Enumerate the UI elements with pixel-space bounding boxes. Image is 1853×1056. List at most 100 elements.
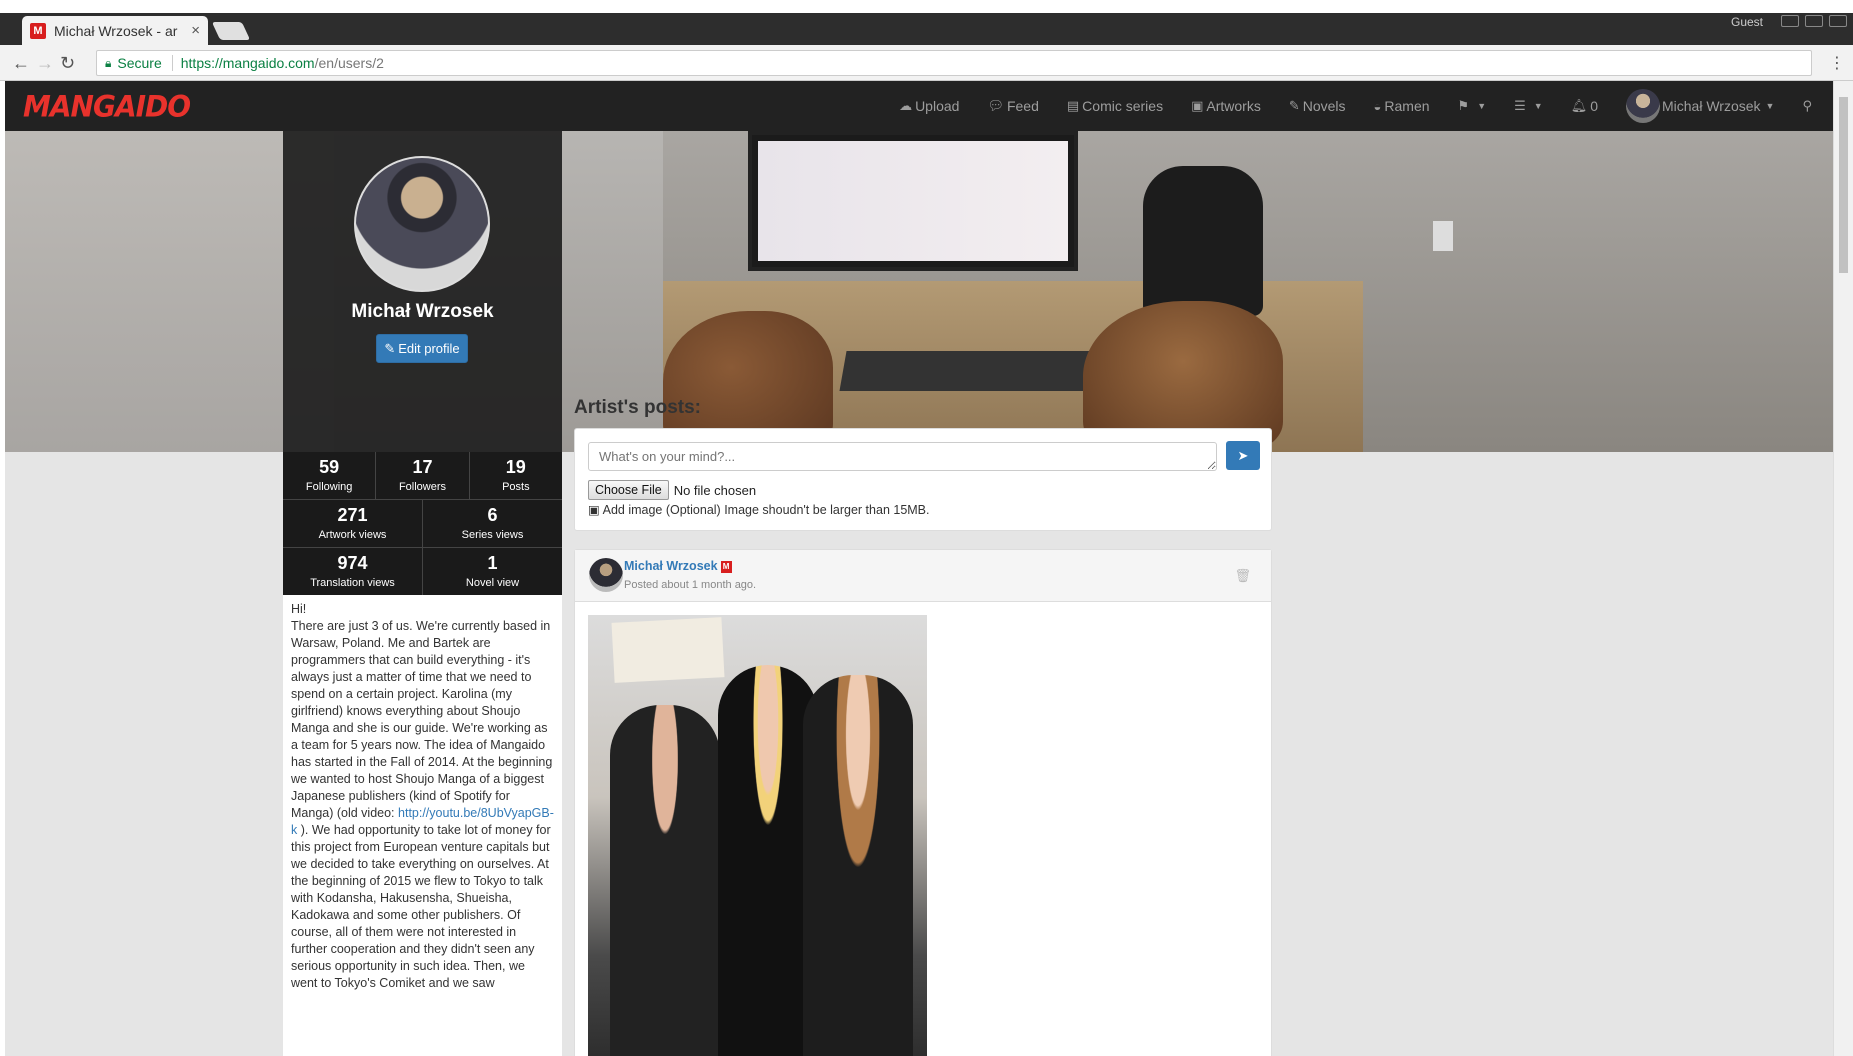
upload-icon: ☁ xyxy=(899,98,913,113)
page-scrollbar[interactable] xyxy=(1833,81,1853,1056)
post-author-name: Michał Wrzosek xyxy=(624,559,718,573)
add-image-label: Add image (Optional) Image shoudn't be l… xyxy=(602,503,930,517)
compose-post-box: ➤ Choose File No file chosen ▣ Add image… xyxy=(574,428,1272,531)
monitor-shape xyxy=(748,131,1078,271)
browser-tab[interactable]: M Michał Wrzosek - ar × xyxy=(22,16,208,45)
guest-label[interactable]: Guest xyxy=(1731,15,1763,29)
nav-novels[interactable]: ✎ Novels xyxy=(1289,98,1346,114)
bio-text: There are just 3 of us. We're currently … xyxy=(291,618,554,992)
bio-greeting: Hi! xyxy=(291,602,307,616)
url-host: https://mangaido.com xyxy=(180,55,315,71)
stat-label: Following xyxy=(305,480,353,493)
profile-name: Michał Wrzosek xyxy=(351,301,494,322)
user-menu-dropdown[interactable]: Michał Wrzosek ▼ xyxy=(1626,89,1774,123)
nav-novels-label: Novels xyxy=(1302,98,1346,114)
language-dropdown[interactable]: ⚑ ▼ xyxy=(1458,98,1487,114)
trash-icon[interactable]: 🗑︎ xyxy=(1234,568,1251,584)
nav-upload[interactable]: ☁ Upload xyxy=(899,98,959,114)
cover-image xyxy=(663,131,1833,452)
secure-label: Secure xyxy=(117,55,162,71)
profile-bio: Hi! There are just 3 of us. We're curren… xyxy=(283,595,562,1056)
stat-number: 17 xyxy=(412,456,433,477)
more-menu-dropdown[interactable]: ☰ ▼ xyxy=(1514,98,1543,114)
post-text-input[interactable] xyxy=(588,442,1217,471)
stat-label: Artwork views xyxy=(318,528,387,541)
person-shape xyxy=(610,705,720,1056)
post-author-link[interactable]: Michał Wrzosek M xyxy=(624,559,732,573)
bio-text-part: ). We had opportunity to take lot of mon… xyxy=(291,823,551,990)
stat-number: 271 xyxy=(337,504,368,525)
notifications-button[interactable]: 🔔︎ 0 xyxy=(1571,98,1598,114)
nav-upload-label: Upload xyxy=(915,98,960,114)
stat-label: Novel view xyxy=(465,576,520,589)
stat-number: 974 xyxy=(337,552,368,573)
profile-page: Michał Wrzosek ✎ Edit profile 59 Following… xyxy=(5,131,1833,1056)
nav-comic-series[interactable]: ▤ Comic series xyxy=(1067,98,1163,114)
maximize-button[interactable] xyxy=(1805,15,1823,27)
add-image-hint: ▣ Add image (Optional) Image shoudn't be… xyxy=(588,502,930,517)
profile-stats: 59 Following 17 Followers 19 Posts 271 Artwo… xyxy=(283,452,562,595)
minimize-button[interactable] xyxy=(1781,15,1799,27)
stat-number: 1 xyxy=(487,552,498,573)
stats-row: 59 Following 17 Followers 19 Posts xyxy=(283,452,562,499)
send-post-button[interactable]: ➤ xyxy=(1226,441,1260,470)
stats-row: 974 Translation views 1 Novel view xyxy=(283,547,562,595)
avatar[interactable] xyxy=(589,558,623,592)
omnibox-divider xyxy=(171,55,173,71)
image-icon: ▣ xyxy=(1191,98,1204,113)
stat-following[interactable]: 59 Following xyxy=(283,452,377,499)
window-controls xyxy=(1781,15,1847,27)
nav-artworks[interactable]: ▣ Artworks xyxy=(1191,98,1261,114)
feed-icon: 💬︎ xyxy=(987,98,1004,113)
flag-icon: ⚑ xyxy=(1457,98,1470,113)
chair-shape xyxy=(1143,166,1263,316)
stat-posts[interactable]: 19 Posts xyxy=(470,452,562,499)
socket-shape xyxy=(1433,221,1453,251)
stat-label: Translation views xyxy=(310,576,395,589)
nav-ramen[interactable]: ◒ Ramen xyxy=(1374,98,1430,114)
stats-row: 271 Artwork views 6 Series views xyxy=(283,499,562,547)
stat-followers[interactable]: 17 Followers xyxy=(376,452,470,499)
lock-icon: 🔒︎ xyxy=(105,55,112,70)
post-photo[interactable] xyxy=(588,615,927,1056)
mangaido-logo[interactable]: MANGAIDO xyxy=(23,89,191,124)
image-icon: ▣ xyxy=(588,503,600,517)
browser-menu-icon[interactable]: ⋮ xyxy=(1829,53,1845,73)
chevron-down-icon: ▼ xyxy=(1477,101,1487,111)
address-bar: ← → ↻ 🔒︎ Secure https://mangaido.com/en/… xyxy=(0,45,1853,81)
avatar xyxy=(1626,89,1660,123)
choose-file-button[interactable]: Choose File xyxy=(588,480,669,500)
post-card: Michał Wrzosek M Posted about 1 month ago… xyxy=(574,549,1272,1056)
paper-plane-icon: ➤ xyxy=(1237,447,1249,463)
reload-icon[interactable]: ↻ xyxy=(60,53,75,74)
stat-label: Posts xyxy=(502,480,530,493)
post-timestamp: Posted about 1 month ago. xyxy=(624,579,757,591)
profile-avatar xyxy=(354,156,490,292)
file-picker: Choose File No file chosen xyxy=(588,480,756,500)
back-icon[interactable]: ← xyxy=(12,53,30,74)
edit-profile-button[interactable]: ✎ Edit profile xyxy=(376,334,468,363)
edit-profile-label: Edit profile xyxy=(398,341,460,356)
mangaido-favicon-icon: M xyxy=(30,22,46,39)
scroll-thumb[interactable] xyxy=(1839,97,1848,273)
stat-novel-view: 1 Novel view xyxy=(423,548,562,595)
nav-feed[interactable]: 💬︎ Feed xyxy=(987,98,1038,114)
stat-label: Series views xyxy=(461,528,524,541)
cover-photo: Michał Wrzosek ✎ Edit profile xyxy=(5,131,1833,452)
nav-menu: ☁ Upload 💬︎ Feed ▤ Comic series ▣ Artworks ✎… xyxy=(885,81,1833,131)
user-menu-name: Michał Wrzosek xyxy=(1662,98,1761,114)
window-top xyxy=(0,0,1853,13)
forward-icon[interactable]: → xyxy=(36,53,54,74)
book-icon: ▤ xyxy=(1066,98,1080,113)
tab-strip: Guest xyxy=(0,13,1853,45)
stat-number: 19 xyxy=(505,456,526,477)
close-window-button[interactable] xyxy=(1829,15,1847,27)
menu-icon: ☰ xyxy=(1514,98,1526,113)
person-shape xyxy=(803,675,913,1056)
tab-close-icon[interactable]: × xyxy=(191,22,200,39)
search-button[interactable]: ⚲ xyxy=(1802,98,1815,114)
search-icon: ⚲ xyxy=(1802,98,1812,113)
monitor-screen xyxy=(758,141,1068,261)
nav-artworks-label: Artworks xyxy=(1206,98,1261,114)
url-field[interactable]: 🔒︎ Secure https://mangaido.com/en/users/… xyxy=(96,50,1812,76)
